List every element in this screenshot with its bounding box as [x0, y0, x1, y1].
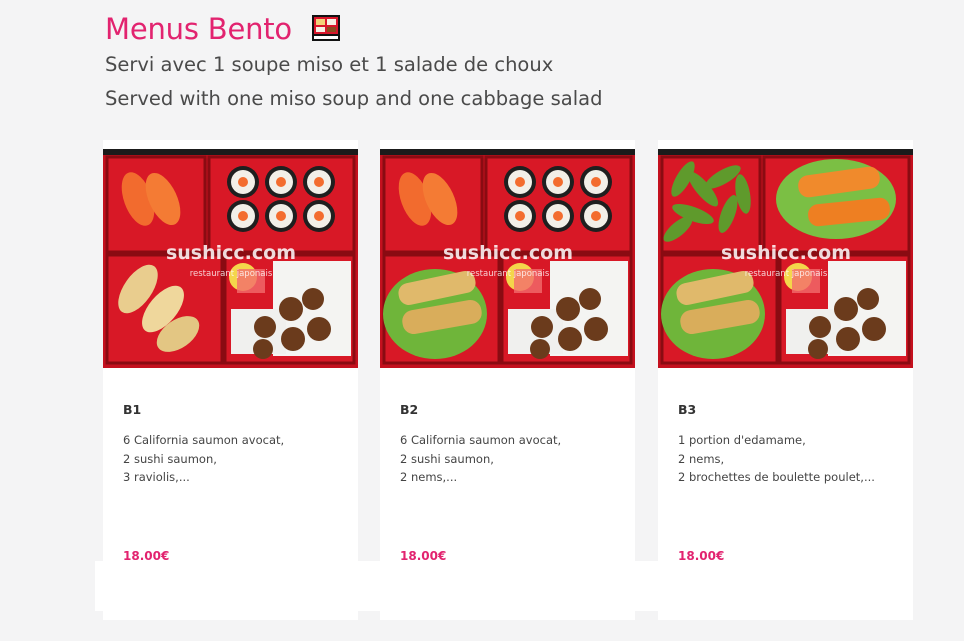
watermark-text: sushicc.com — [721, 242, 851, 264]
item-description-line: 2 sushi saumon, — [400, 451, 494, 466]
item-description-line: 3 raviolis,... — [123, 470, 190, 484]
subtitle-english: Served with one miso soup and one cabbag… — [105, 87, 603, 110]
watermark-subtext: restaurant japonais — [467, 269, 550, 279]
item-description-line: 2 brochettes de boulette poulet,... — [678, 470, 875, 484]
item-description: 6 California saumon avocat, 2 sushi saum… — [400, 431, 620, 487]
bento-photo: sushicc.com restaurant japonais — [658, 149, 913, 368]
bento-box-icon — [311, 15, 340, 41]
item-code: B3 — [678, 402, 697, 417]
item-description-line: 6 California saumon avocat, — [123, 433, 285, 447]
item-code: B1 — [123, 402, 142, 417]
watermark-text: sushicc.com — [443, 242, 573, 264]
white-overlay — [95, 561, 664, 611]
item-description: 1 portion d'edamame, 2 nems, 2 brochette… — [678, 431, 898, 487]
item-description-line: 2 sushi saumon, — [123, 451, 217, 466]
page-header: Menus Bento Servi avec 1 soupe miso et 1… — [105, 12, 602, 110]
item-code: B2 — [400, 402, 419, 417]
bento-photo: sushicc.com restaurant japonais — [103, 149, 358, 368]
bento-photo: sushicc.com restaurant japonais — [380, 149, 635, 368]
watermark-subtext: restaurant japonais — [745, 269, 828, 279]
page-title: Menus Bento — [105, 12, 292, 46]
bento-card-b3[interactable]: sushicc.com restaurant japonais B3 1 por… — [658, 140, 913, 620]
item-description: 6 California saumon avocat, 2 sushi saum… — [123, 431, 343, 487]
item-description-line: 2 nems, — [678, 451, 725, 466]
item-description-line: 1 portion d'edamame, — [678, 433, 806, 447]
watermark-subtext: restaurant japonais — [190, 269, 273, 279]
bento-card-b1[interactable]: sushicc.com restaurant japonais B1 6 Cal… — [103, 140, 358, 620]
item-description-line: 6 California saumon avocat, — [400, 433, 562, 447]
subtitle-french: Servi avec 1 soupe miso et 1 salade de c… — [105, 53, 554, 76]
watermark-text: sushicc.com — [166, 242, 296, 264]
item-description-line: 2 nems,... — [400, 470, 458, 484]
bento-card-b2[interactable]: sushicc.com restaurant japonais B2 6 Cal… — [380, 140, 635, 620]
item-price: 18.00€ — [678, 549, 725, 563]
